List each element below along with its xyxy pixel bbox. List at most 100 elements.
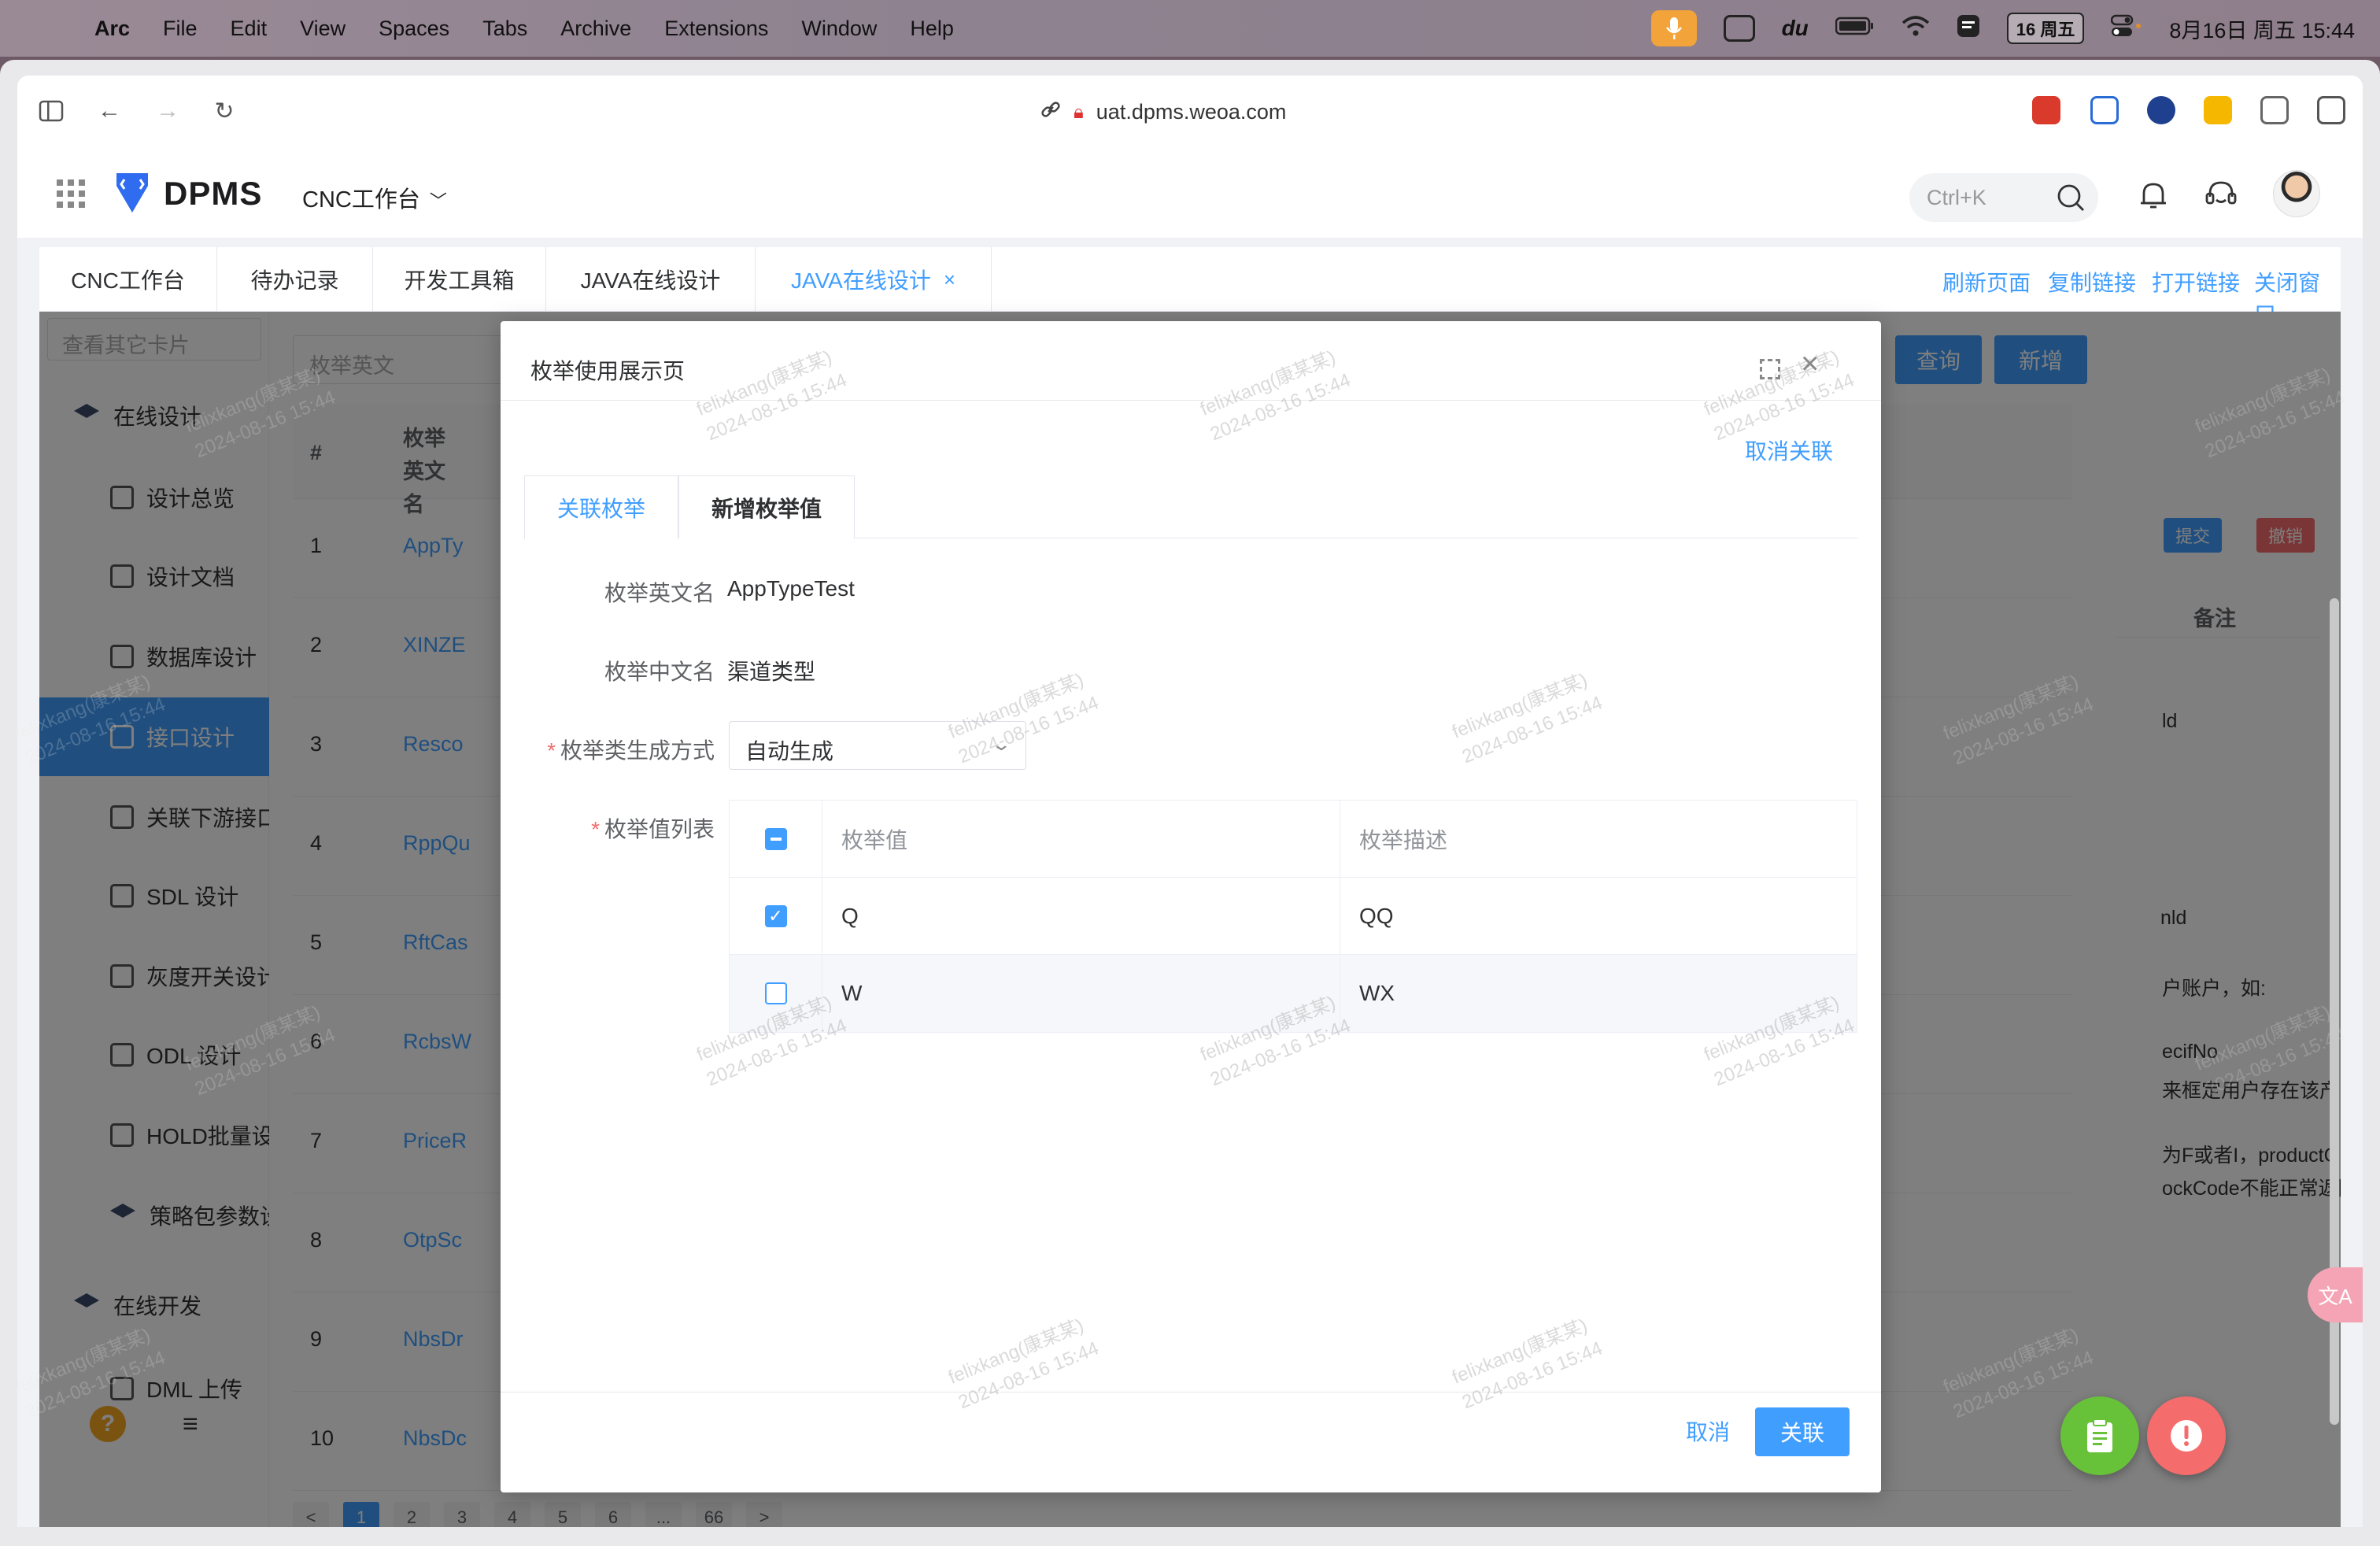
battery-icon[interactable]: [1835, 16, 1875, 42]
macos-menu-bar: Arc File Edit View Spaces Tabs Archive E…: [0, 0, 2380, 57]
enum-values-table: 枚举值 枚举描述 ✓ Q QQ W WX: [729, 800, 1857, 1033]
tab-java-design[interactable]: JAVA在线设计: [546, 247, 756, 312]
address-bar[interactable]: 🔒︎ uat.dpms.weoa.com: [1040, 99, 1286, 125]
refresh-page-link[interactable]: 刷新页面: [1942, 266, 2031, 298]
enum-value-list-label: * 枚举值列表: [501, 812, 715, 844]
menu-view[interactable]: View: [300, 17, 346, 41]
customer-service-icon[interactable]: [2202, 176, 2240, 214]
tab-linked-enum[interactable]: 关联枚举: [524, 475, 678, 539]
dialog-footer-divider: [501, 1392, 1881, 1393]
menu-archive[interactable]: Archive: [560, 17, 631, 41]
search-icon[interactable]: [2056, 183, 2086, 213]
label-text: 枚举类生成方式: [560, 738, 715, 763]
enum-en-name-value: AppTypeTest: [727, 576, 855, 601]
chevron-down-icon: ⌄: [990, 734, 1011, 754]
table-row[interactable]: ✓ Q QQ: [730, 878, 1857, 955]
enum-table-header: 枚举值 枚举描述: [730, 801, 1857, 878]
required-mark: *: [547, 738, 556, 763]
page-tab-bar: CNC工作台 待办记录 开发工具箱 JAVA在线设计 JAVA在线设计 × 刷新…: [39, 247, 2341, 327]
enum-gen-mode-label: * 枚举类生成方式: [501, 734, 715, 765]
app-logo-text[interactable]: DPMS: [164, 175, 262, 213]
sidebar-toggle-icon[interactable]: [35, 94, 68, 128]
split-view-icon[interactable]: [2317, 96, 2345, 124]
close-icon[interactable]: ×: [1801, 348, 1819, 379]
tab-label: 待办记录: [250, 268, 339, 293]
forward-arrow-icon[interactable]: →: [151, 94, 184, 128]
tab-add-enum-value[interactable]: 新增枚举值: [678, 475, 855, 538]
dialog-title: 枚举使用展示页: [530, 359, 686, 383]
menu-file[interactable]: File: [163, 17, 198, 41]
wifi-icon[interactable]: [1901, 15, 1930, 43]
menu-bar-status-area: du 16 周五 8月16日 周五 15:44: [1650, 0, 2355, 57]
menu-edit[interactable]: Edit: [231, 17, 268, 41]
url-text: uat.dpms.weoa.com: [1096, 100, 1287, 124]
table-row[interactable]: W WX: [730, 955, 1857, 1032]
watermark: felixkang(康某某) 2024-08-16 15:44: [693, 346, 850, 446]
workspace-switcher[interactable]: CNC工作台 ﹀: [302, 181, 447, 214]
browser-toolbar: ← → ↻ 🔒︎ uat.dpms.weoa.com: [17, 76, 2363, 148]
menu-bar-clock[interactable]: 8月16日 周五 15:44: [2169, 13, 2355, 44]
cancel-button[interactable]: 取消: [1686, 1415, 1730, 1447]
enum-gen-mode-select[interactable]: 自动生成 ⌄: [729, 721, 1026, 770]
enum-usage-dialog: 枚举使用展示页 × 取消关联 关联枚举 新增枚举值 枚举英文名 AppTypeT…: [501, 321, 1881, 1492]
watermark: felixkang(康某某) 2024-08-16 15:44: [1197, 346, 1354, 446]
fullscreen-icon[interactable]: [1760, 359, 1780, 379]
extension-calendar-icon[interactable]: [2032, 96, 2060, 124]
back-arrow-icon[interactable]: ←: [93, 94, 126, 128]
du-app-icon[interactable]: du: [1782, 16, 1809, 41]
enum-value-cell: Q: [822, 878, 1340, 955]
app-grid-icon[interactable]: [57, 179, 85, 208]
dialog-tabs: 关联枚举 新增枚举值: [524, 475, 1857, 539]
tab-close-icon[interactable]: ×: [944, 268, 955, 292]
tab-label: CNC工作台: [71, 268, 185, 293]
alert-fab-icon[interactable]: [2147, 1396, 2226, 1475]
menu-help[interactable]: Help: [910, 17, 954, 41]
calendar-badge[interactable]: 16 周五: [2006, 13, 2085, 44]
control-center-icon[interactable]: [2111, 14, 2142, 43]
unlink-button[interactable]: 取消关联: [1745, 435, 1833, 466]
enum-desc-cell: WX: [1359, 981, 1395, 1005]
tab-java-design-active[interactable]: JAVA在线设计 ×: [756, 247, 992, 312]
global-search[interactable]: Ctrl+K: [1909, 173, 2098, 222]
watermark: felixkang(康某某) 2024-08-16 15:44: [945, 1315, 1102, 1414]
link-confirm-button[interactable]: 关联: [1755, 1407, 1850, 1456]
tab-todo-records[interactable]: 待办记录: [217, 247, 373, 312]
extension-list-icon[interactable]: [2260, 96, 2289, 124]
tab-label: 开发工具箱: [404, 268, 515, 293]
enum-value-cell: W: [822, 955, 1340, 1032]
extension-clipboard-icon[interactable]: [2204, 96, 2232, 124]
menu-spaces[interactable]: Spaces: [379, 17, 449, 41]
enum-cn-name-label: 枚举中文名: [604, 660, 715, 684]
user-avatar[interactable]: [2273, 170, 2320, 217]
copy-link-link[interactable]: 复制链接: [2048, 266, 2136, 298]
row-checkbox-checked[interactable]: ✓: [764, 905, 787, 927]
menu-extensions[interactable]: Extensions: [664, 17, 768, 41]
microphone-icon[interactable]: [1650, 10, 1697, 46]
app-header: DPMS CNC工作台 ﹀ Ctrl+K: [17, 148, 2363, 238]
open-link-link[interactable]: 打开链接: [2152, 266, 2240, 298]
extension-check-icon[interactable]: [2147, 96, 2175, 124]
reload-icon[interactable]: ↻: [208, 94, 241, 128]
menu-app-name[interactable]: Arc: [94, 17, 130, 41]
label-text: 枚举值列表: [604, 817, 715, 841]
notification-bell-icon[interactable]: [2134, 176, 2172, 214]
notes-menu-icon[interactable]: [1957, 14, 1980, 43]
dialog-header-divider: [501, 400, 1881, 401]
menu-tabs[interactable]: Tabs: [482, 17, 527, 41]
link-icon: [1040, 99, 1061, 125]
clipboard-fab-icon[interactable]: [2060, 1396, 2139, 1475]
column-header-enum-value: 枚举值: [822, 801, 1340, 878]
watermark: felixkang(康某某) 2024-08-16 15:44: [1449, 1315, 1606, 1414]
tab-dev-toolbox[interactable]: 开发工具箱: [373, 247, 546, 312]
window-status-icon[interactable]: [1723, 15, 1755, 42]
select-all-checkbox[interactable]: [764, 828, 787, 850]
row-checkbox-unchecked[interactable]: [764, 982, 787, 1004]
tab-cnc-workbench[interactable]: CNC工作台: [39, 247, 217, 312]
select-all-cell: [730, 801, 822, 878]
menu-window[interactable]: Window: [801, 17, 877, 41]
translate-icon[interactable]: 文A: [2308, 1267, 2363, 1322]
row-checkbox-cell: ✓: [730, 878, 822, 955]
enum-desc-cell: QQ: [1359, 904, 1394, 928]
chevron-down-icon: ﹀: [429, 191, 447, 211]
extension-edit-icon[interactable]: [2090, 96, 2119, 124]
